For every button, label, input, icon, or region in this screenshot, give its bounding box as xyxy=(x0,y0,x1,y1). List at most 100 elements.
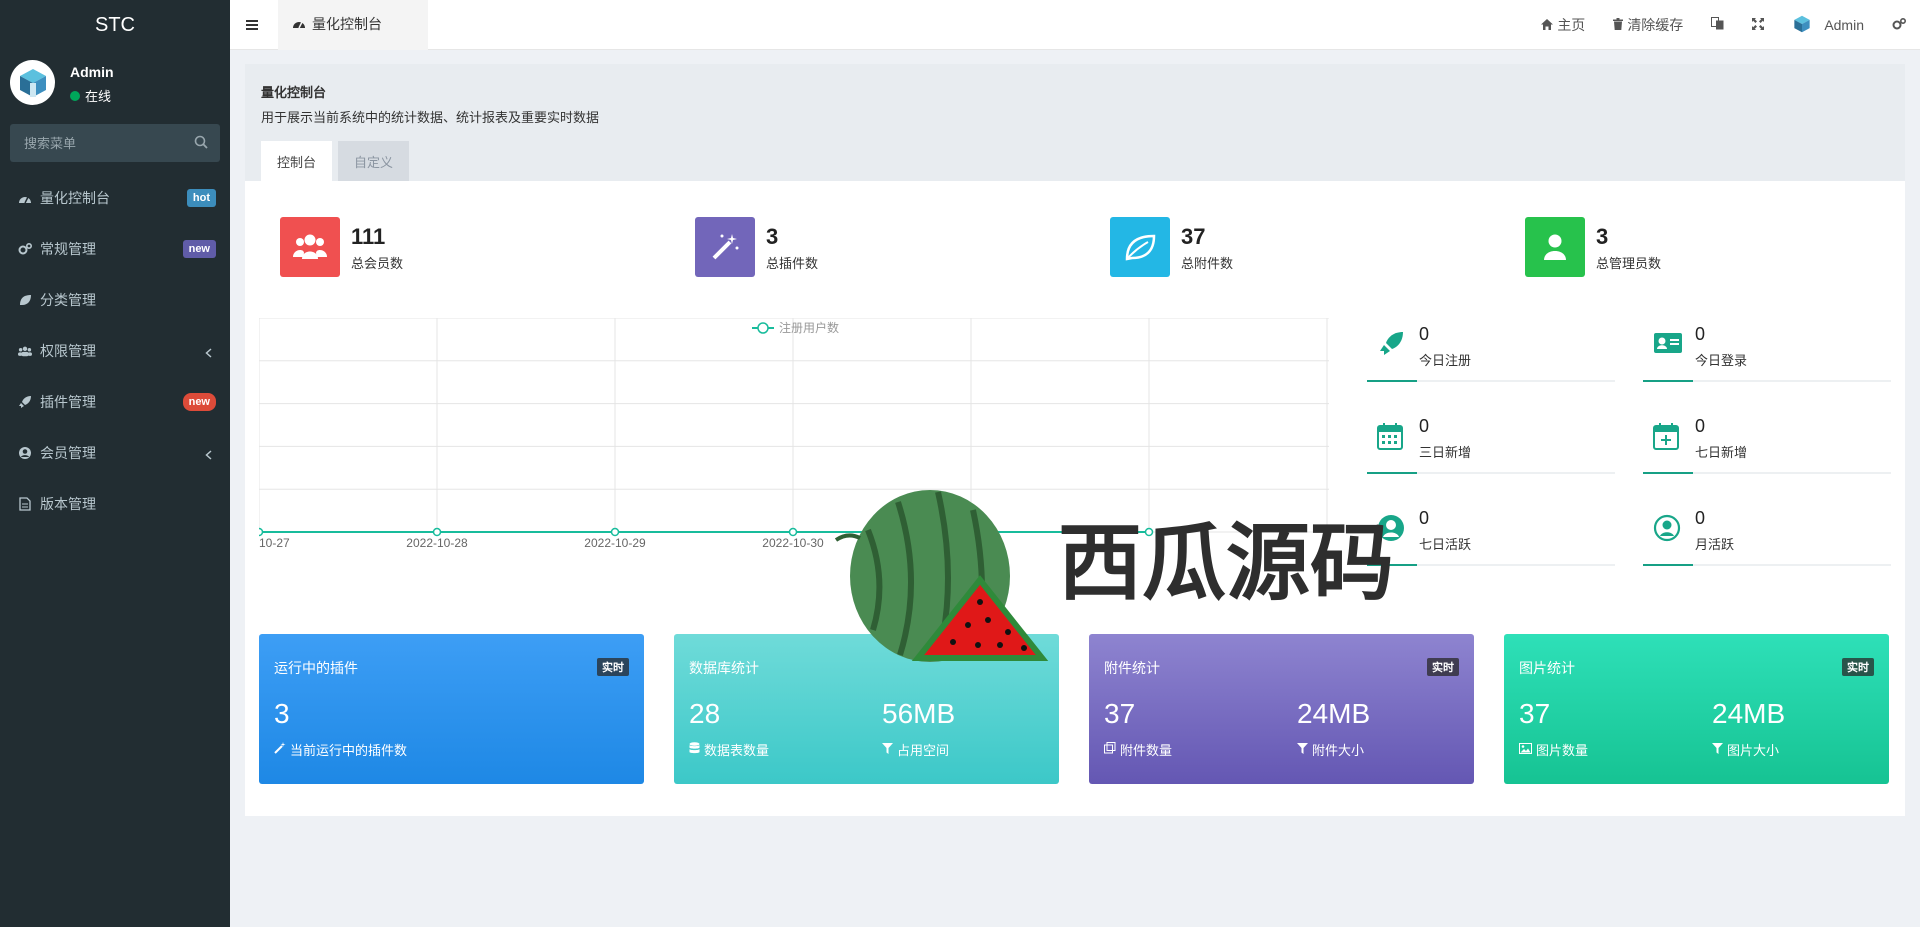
card-title: 附件统计 xyxy=(1104,660,1160,676)
chevron-left-icon xyxy=(205,447,212,463)
card-sub: 附件数量 xyxy=(1104,740,1172,759)
card-title: 数据库统计 xyxy=(689,660,759,676)
chevron-left-icon xyxy=(205,345,212,361)
stat-label: 总管理员数 xyxy=(1596,255,1662,271)
stat-members: 111 总会员数 xyxy=(280,216,403,278)
fullscreen-button[interactable] xyxy=(1738,0,1778,50)
card-sub-2: 图片大小 xyxy=(1712,740,1779,759)
home-label: 主页 xyxy=(1557,17,1586,33)
card-sub-2: 附件大小 xyxy=(1297,740,1364,759)
admin-name: Admin xyxy=(1824,17,1864,33)
leaf-icon xyxy=(18,293,32,307)
data-point xyxy=(1144,527,1154,537)
file-icon xyxy=(18,496,32,511)
line-chart: 10-27 2022-10-28 2022-10-29 2022-10-30 注册用户数 xyxy=(254,317,1329,550)
filter-icon xyxy=(1712,742,1723,757)
stat-label: 总附件数 xyxy=(1181,255,1234,271)
accent-bar xyxy=(1367,380,1417,382)
sidebar-item-members[interactable]: 会员管理 xyxy=(0,427,230,478)
card-sub-label: 占用空间 xyxy=(897,743,950,758)
sidebar-menu: 量化控制台 hot 常规管理 new 分类管理 权限管理 插件管理 new 会员… xyxy=(0,172,230,529)
cogs-icon xyxy=(1892,17,1907,34)
mini-stat-seven-day-active: 0 七日活跃 xyxy=(1367,502,1615,566)
menu-toggle-icon[interactable] xyxy=(244,16,260,34)
sidebar-item-label: 插件管理 xyxy=(40,393,96,410)
avatar xyxy=(1792,14,1812,37)
mini-stat-value: 0 xyxy=(1695,324,1706,344)
page-description: 用于展示当前系统中的统计数据、统计报表及重要实时数据 xyxy=(261,110,600,125)
top-navbar: 量化控制台 主页 清除缓存 Admin xyxy=(230,0,1920,50)
admin-menu[interactable]: Admin xyxy=(1778,0,1878,50)
mini-stat-today-login: 0 今日登录 xyxy=(1643,318,1891,382)
card-running-plugins: 运行中的插件 实时 3 当前运行中的插件数 xyxy=(259,634,644,784)
sidebar-item-general[interactable]: 常规管理 new xyxy=(0,223,230,274)
sidebar-item-label: 常规管理 xyxy=(40,240,96,257)
x-tick-label: 2022-10-30 xyxy=(762,536,824,550)
home-link[interactable]: 主页 xyxy=(1527,0,1599,50)
calendar-icon xyxy=(1377,422,1405,450)
x-tick-label: 2022-10-29 xyxy=(584,536,646,550)
card-sub: 图片数量 xyxy=(1519,740,1588,759)
brand-logo[interactable]: STC xyxy=(0,0,230,50)
card-value: 37 xyxy=(1519,698,1551,729)
sidebar-item-plugins[interactable]: 插件管理 new xyxy=(0,376,230,427)
leaf-icon xyxy=(1110,217,1170,277)
user-circle-icon xyxy=(1377,514,1405,542)
sidebar-item-dashboard[interactable]: 量化控制台 hot xyxy=(0,172,230,223)
menu-search xyxy=(10,124,220,162)
image-icon xyxy=(1519,742,1532,757)
data-point xyxy=(966,527,976,537)
mini-stats: 0 今日注册 0 今日登录 0 三日新增 0 七日新增 0 七日活跃 0 月活跃 xyxy=(1367,318,1897,566)
realtime-badge: 实时 xyxy=(1427,658,1459,676)
card-sub: 数据表数量 xyxy=(689,740,769,759)
card-value-2: 56MB xyxy=(882,698,956,729)
card-sub-label: 图片大小 xyxy=(1727,743,1780,758)
card-title: 运行中的插件 xyxy=(274,660,358,676)
card-database: 数据库统计 28 56MB 数据表数量 占用空间 xyxy=(674,634,1059,784)
tab-console[interactable]: 控制台 xyxy=(261,141,333,181)
legend-marker xyxy=(757,322,769,334)
filter-icon xyxy=(1297,742,1308,757)
x-tick-label: 10-27 xyxy=(259,536,290,550)
clear-cache-button[interactable]: 清除缓存 xyxy=(1599,0,1697,50)
sidebar-item-label: 权限管理 xyxy=(40,342,96,359)
tab-dashboard[interactable]: 量化控制台 xyxy=(278,0,428,50)
mini-stat-label: 三日新增 xyxy=(1419,445,1472,460)
card-attachments: 附件统计 实时 37 24MB 附件数量 附件大小 xyxy=(1089,634,1474,784)
stat-plugins: 3 总插件数 xyxy=(695,216,818,278)
realtime-badge: 实时 xyxy=(1842,658,1874,676)
summary-cards: 运行中的插件 实时 3 当前运行中的插件数 数据库统计 28 56MB 数据表数… xyxy=(259,634,1899,784)
files-icon xyxy=(1104,742,1116,757)
avatar xyxy=(10,60,55,105)
stat-boxes: 111 总会员数 3 总插件数 37 总附件数 3 总管理员数 xyxy=(280,216,1920,278)
calendar-plus-icon xyxy=(1653,422,1681,450)
card-sub-label: 附件大小 xyxy=(1312,743,1365,758)
content-panel: 量化控制台 用于展示当前系统中的统计数据、统计报表及重要实时数据 控制台 自定义… xyxy=(245,64,1905,816)
sidebar-item-category[interactable]: 分类管理 xyxy=(0,274,230,325)
sidebar-item-versions[interactable]: 版本管理 xyxy=(0,478,230,529)
cube-logo-icon xyxy=(19,68,46,97)
trash-icon xyxy=(1613,17,1624,33)
card-value: 28 xyxy=(689,698,721,729)
stat-label: 总插件数 xyxy=(766,255,819,271)
mini-stat-three-day: 0 三日新增 xyxy=(1367,410,1615,474)
cogs-icon xyxy=(18,242,32,256)
data-point xyxy=(610,527,620,537)
panel-heading: 量化控制台 用于展示当前系统中的统计数据、统计报表及重要实时数据 控制台 自定义 xyxy=(245,64,1905,181)
sidebar-item-permission[interactable]: 权限管理 xyxy=(0,325,230,376)
tab-custom[interactable]: 自定义 xyxy=(338,141,410,181)
language-button[interactable] xyxy=(1697,0,1738,50)
dashboard-icon xyxy=(292,16,306,32)
user-panel: Admin 在线 xyxy=(0,50,230,116)
mini-stat-today-register: 0 今日注册 xyxy=(1367,318,1615,382)
data-point xyxy=(788,527,798,537)
card-value-2: 24MB xyxy=(1712,698,1786,729)
clear-cache-label: 清除缓存 xyxy=(1627,17,1684,33)
navbar-right: 主页 清除缓存 Admin xyxy=(1527,0,1920,50)
search-icon[interactable] xyxy=(194,135,208,152)
card-sub: 当前运行中的插件数 xyxy=(274,740,407,759)
menu-search-input[interactable] xyxy=(10,124,220,162)
settings-button[interactable] xyxy=(1878,0,1920,50)
stat-label: 总会员数 xyxy=(351,255,404,271)
magic-icon xyxy=(695,217,755,277)
